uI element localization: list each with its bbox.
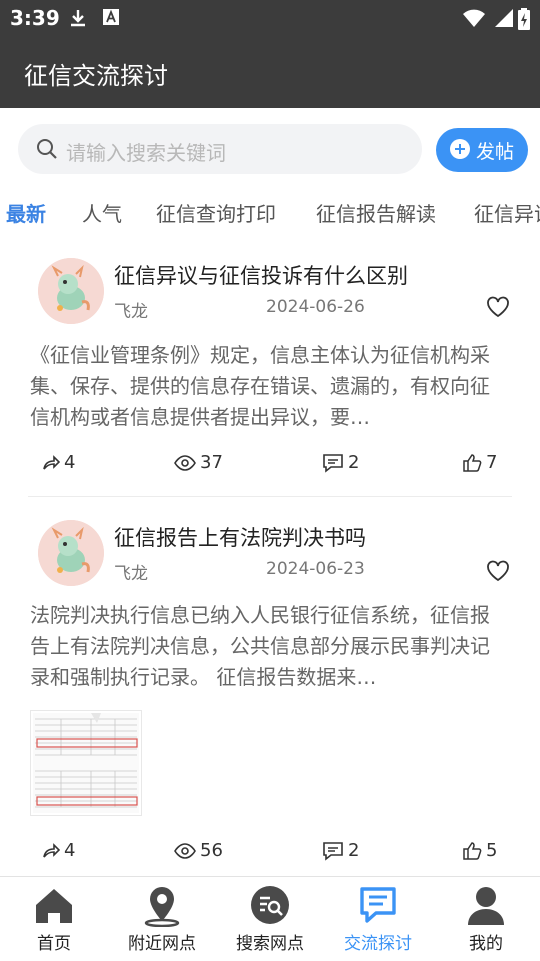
view-stat: 37 (174, 452, 223, 473)
post-excerpt: 法院判决执行信息已纳入人民银行征信系统，征信报告上有法院判决信息，公共信息部分展… (30, 603, 490, 689)
post-date: 2024-06-26 (266, 297, 365, 317)
tab-credit-objection[interactable]: 征信异议 (474, 198, 540, 227)
comment-icon (323, 842, 343, 861)
search-placeholder: 请输入搜索关键词 (66, 141, 226, 165)
user-icon (468, 887, 504, 925)
thumbs-up-icon (463, 842, 482, 860)
nav-home[interactable]: 首页 (0, 877, 108, 961)
credit-report-image (33, 713, 139, 813)
tab-credit-query-print[interactable]: 征信查询打印 (156, 198, 276, 227)
tab-popular[interactable]: 人气 (82, 198, 122, 227)
category-tabs: 最新 人气 征信查询打印 征信报告解读 征信异议 (0, 190, 540, 236)
share-count: 4 (64, 452, 76, 473)
comment-count: 2 (348, 840, 360, 861)
view-stat: 56 (174, 840, 223, 861)
like-count: 5 (486, 840, 498, 861)
nav-search-label: 搜索网点 (236, 934, 304, 954)
plus-icon (450, 139, 470, 159)
heart-icon[interactable] (486, 296, 510, 318)
share-icon (43, 455, 61, 470)
search-icon (37, 139, 57, 159)
nav-home-label: 首页 (37, 934, 71, 954)
view-count: 56 (200, 840, 223, 861)
bottom-nav: 首页 附近网点 搜索网点 交流探讨 我的 (0, 876, 540, 961)
search-row: 请输入搜索关键词 发帖 (0, 108, 540, 190)
home-icon (36, 889, 72, 923)
share-count: 4 (64, 840, 76, 861)
comment-stat[interactable]: 2 (322, 452, 359, 473)
comment-count: 2 (348, 452, 360, 473)
wifi-icon (463, 9, 485, 27)
share-stat[interactable]: 4 (42, 840, 75, 861)
signal-icon (495, 9, 513, 27)
dragon-avatar-icon (38, 520, 104, 586)
divider (28, 496, 512, 497)
post-card[interactable]: 征信报告上有法院判决书吗 飞龙 2024-06-23 法院判决执行信息已纳入人民… (0, 498, 540, 876)
thumbs-up-icon (463, 454, 482, 472)
dragon-avatar-icon (38, 258, 104, 324)
post-author: 飞龙 (114, 564, 148, 584)
view-count: 37 (200, 452, 223, 473)
status-time: 3:39 (10, 6, 60, 30)
search-list-icon (251, 886, 289, 924)
post-card[interactable]: 征信异议与征信投诉有什么区别 飞龙 2024-06-26 《征信业管理条例》规定… (0, 236, 540, 498)
eye-icon (174, 455, 196, 471)
status-bar: 3:39 (0, 0, 540, 36)
nav-profile[interactable]: 我的 (432, 877, 540, 961)
location-pin-icon (144, 887, 180, 927)
like-count: 7 (486, 452, 498, 473)
tab-credit-report-interpret[interactable]: 征信报告解读 (316, 198, 436, 227)
nav-nearby-label: 附近网点 (128, 934, 196, 954)
avatar (38, 258, 104, 324)
share-stat[interactable]: 4 (42, 452, 75, 473)
heart-icon[interactable] (486, 560, 510, 582)
post-title[interactable]: 征信异议与征信投诉有什么区别 (114, 260, 408, 290)
app-bar: 征信交流探讨 (0, 36, 540, 108)
font-icon (103, 9, 119, 25)
post-image-thumbnail[interactable] (30, 710, 142, 816)
chat-icon (360, 887, 396, 923)
search-input[interactable]: 请输入搜索关键词 (18, 124, 422, 174)
tab-latest[interactable]: 最新 (6, 198, 46, 227)
post-excerpt: 《征信业管理条例》规定，信息主体认为征信机构采集、保存、提供的信息存在错误、遗漏… (30, 343, 490, 429)
share-icon (43, 843, 61, 858)
page-title: 征信交流探讨 (24, 62, 168, 90)
nav-nearby-branches[interactable]: 附近网点 (108, 877, 216, 961)
new-post-label: 发帖 (476, 141, 515, 163)
battery-icon (518, 8, 530, 30)
like-stat[interactable]: 7 (462, 452, 497, 473)
post-date: 2024-06-23 (266, 559, 365, 579)
avatar (38, 520, 104, 586)
nav-search-branches[interactable]: 搜索网点 (216, 877, 324, 961)
nav-profile-label: 我的 (469, 934, 503, 954)
comment-stat[interactable]: 2 (322, 840, 359, 861)
nav-discussion-label: 交流探讨 (344, 934, 412, 954)
post-author: 飞龙 (114, 302, 148, 322)
new-post-button[interactable]: 发帖 (436, 128, 528, 172)
nav-discussion[interactable]: 交流探讨 (324, 877, 432, 961)
download-icon (71, 10, 85, 27)
post-title[interactable]: 征信报告上有法院判决书吗 (114, 522, 366, 552)
eye-icon (174, 843, 196, 859)
comment-icon (323, 454, 343, 473)
like-stat[interactable]: 5 (462, 840, 497, 861)
